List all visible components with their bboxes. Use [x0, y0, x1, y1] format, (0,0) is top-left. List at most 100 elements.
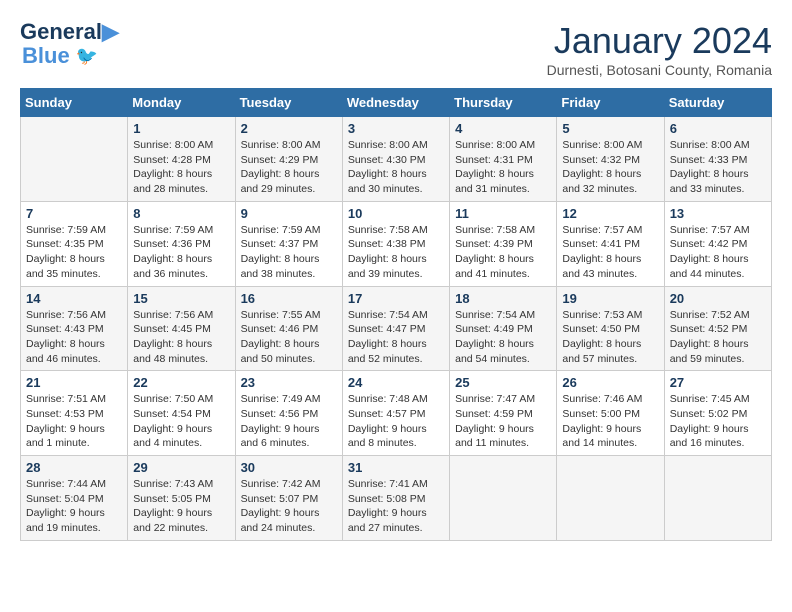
calendar-cell: 17Sunrise: 7:54 AM Sunset: 4:47 PM Dayli…	[342, 286, 449, 371]
week-row-4: 21 Sunrise: 7:51 AM Sunset: 4:53 PM Dayli…	[21, 371, 772, 456]
calendar-cell: 2 Sunrise: 8:00 AM Sunset: 4:29 PM Daylig…	[235, 117, 342, 202]
day-number: 1	[133, 121, 229, 136]
location: Durnesti, Botosani County, Romania	[547, 62, 772, 78]
calendar-cell: 27Sunrise: 7:45 AM Sunset: 5:02 PM Dayli…	[664, 371, 771, 456]
day-number: 9	[241, 206, 337, 221]
day-number: 17	[348, 291, 444, 306]
day-info: Sunrise: 7:44 AM Sunset: 5:04 PM Dayligh…	[26, 477, 122, 536]
calendar-cell: 9 Sunrise: 7:59 AM Sunset: 4:37 PM Daylig…	[235, 201, 342, 286]
day-info: Sunrise: 7:59 AM Sunset: 4:36 PM Dayligh…	[133, 223, 229, 282]
calendar-cell: 15Sunrise: 7:56 AM Sunset: 4:45 PM Dayli…	[128, 286, 235, 371]
day-number: 11	[455, 206, 551, 221]
day-info: Sunrise: 8:00 AM Sunset: 4:31 PM Dayligh…	[455, 138, 551, 197]
calendar-cell: 21 Sunrise: 7:51 AM Sunset: 4:53 PM Dayli…	[21, 371, 128, 456]
logo: General▶ Blue 🐦	[20, 20, 119, 68]
calendar-cell: 20 Sunrise: 7:52 AM Sunset: 4:52 PM Dayli…	[664, 286, 771, 371]
calendar-cell: 13 Sunrise: 7:57 AM Sunset: 4:42 PM Dayli…	[664, 201, 771, 286]
calendar-cell: 1 Sunrise: 8:00 AM Sunset: 4:28 PM Daylig…	[128, 117, 235, 202]
day-info: Sunrise: 7:47 AM Sunset: 4:59 PM Dayligh…	[455, 392, 551, 451]
day-header-wednesday: Wednesday	[342, 89, 449, 117]
day-number: 2	[241, 121, 337, 136]
calendar-cell: 16 Sunrise: 7:55 AM Sunset: 4:46 PM Dayli…	[235, 286, 342, 371]
week-row-2: 7 Sunrise: 7:59 AM Sunset: 4:35 PM Daylig…	[21, 201, 772, 286]
day-number: 14	[26, 291, 122, 306]
day-number: 24	[348, 375, 444, 390]
day-info: Sunrise: 7:56 AM Sunset: 4:45 PM Dayligh…	[133, 308, 229, 367]
day-number: 19	[562, 291, 658, 306]
calendar-cell: 22Sunrise: 7:50 AM Sunset: 4:54 PM Dayli…	[128, 371, 235, 456]
day-info: Sunrise: 7:41 AM Sunset: 5:08 PM Dayligh…	[348, 477, 444, 536]
day-number: 20	[670, 291, 766, 306]
day-header-friday: Friday	[557, 89, 664, 117]
calendar-cell: 31 Sunrise: 7:41 AM Sunset: 5:08 PM Dayli…	[342, 456, 449, 541]
day-info: Sunrise: 7:53 AM Sunset: 4:50 PM Dayligh…	[562, 308, 658, 367]
day-info: Sunrise: 7:58 AM Sunset: 4:39 PM Dayligh…	[455, 223, 551, 282]
day-info: Sunrise: 7:56 AM Sunset: 4:43 PM Dayligh…	[26, 308, 122, 367]
day-number: 13	[670, 206, 766, 221]
calendar-cell: 8Sunrise: 7:59 AM Sunset: 4:36 PM Daylig…	[128, 201, 235, 286]
day-number: 23	[241, 375, 337, 390]
day-number: 3	[348, 121, 444, 136]
logo-text: General▶	[20, 20, 119, 44]
day-info: Sunrise: 7:59 AM Sunset: 4:35 PM Dayligh…	[26, 223, 122, 282]
calendar-cell	[21, 117, 128, 202]
day-info: Sunrise: 8:00 AM Sunset: 4:30 PM Dayligh…	[348, 138, 444, 197]
day-number: 30	[241, 460, 337, 475]
calendar-cell: 11 Sunrise: 7:58 AM Sunset: 4:39 PM Dayli…	[450, 201, 557, 286]
calendar-cell: 26 Sunrise: 7:46 AM Sunset: 5:00 PM Dayli…	[557, 371, 664, 456]
calendar-body: 1 Sunrise: 8:00 AM Sunset: 4:28 PM Daylig…	[21, 117, 772, 541]
day-info: Sunrise: 7:57 AM Sunset: 4:42 PM Dayligh…	[670, 223, 766, 282]
day-info: Sunrise: 7:51 AM Sunset: 4:53 PM Dayligh…	[26, 392, 122, 451]
calendar-cell: 3 Sunrise: 8:00 AM Sunset: 4:30 PM Daylig…	[342, 117, 449, 202]
day-info: Sunrise: 8:00 AM Sunset: 4:28 PM Dayligh…	[133, 138, 229, 197]
day-number: 7	[26, 206, 122, 221]
month-title: January 2024	[547, 20, 772, 62]
calendar-cell: 7 Sunrise: 7:59 AM Sunset: 4:35 PM Daylig…	[21, 201, 128, 286]
day-info: Sunrise: 7:46 AM Sunset: 5:00 PM Dayligh…	[562, 392, 658, 451]
day-number: 27	[670, 375, 766, 390]
day-info: Sunrise: 8:00 AM Sunset: 4:33 PM Dayligh…	[670, 138, 766, 197]
day-header-thursday: Thursday	[450, 89, 557, 117]
calendar-cell: 24 Sunrise: 7:48 AM Sunset: 4:57 PM Dayli…	[342, 371, 449, 456]
day-number: 4	[455, 121, 551, 136]
day-number: 18	[455, 291, 551, 306]
title-block: January 2024 Durnesti, Botosani County, …	[547, 20, 772, 78]
page-header: General▶ Blue 🐦 January 2024 Durnesti, B…	[20, 20, 772, 78]
day-number: 22	[133, 375, 229, 390]
day-header-monday: Monday	[128, 89, 235, 117]
calendar-cell	[450, 456, 557, 541]
day-info: Sunrise: 8:00 AM Sunset: 4:29 PM Dayligh…	[241, 138, 337, 197]
calendar-cell	[557, 456, 664, 541]
day-info: Sunrise: 7:55 AM Sunset: 4:46 PM Dayligh…	[241, 308, 337, 367]
day-number: 21	[26, 375, 122, 390]
day-number: 6	[670, 121, 766, 136]
calendar-header: SundayMondayTuesdayWednesdayThursdayFrid…	[21, 89, 772, 117]
calendar-cell: 18Sunrise: 7:54 AM Sunset: 4:49 PM Dayli…	[450, 286, 557, 371]
day-info: Sunrise: 7:52 AM Sunset: 4:52 PM Dayligh…	[670, 308, 766, 367]
day-number: 31	[348, 460, 444, 475]
day-number: 29	[133, 460, 229, 475]
calendar-cell	[664, 456, 771, 541]
calendar-cell: 30 Sunrise: 7:42 AM Sunset: 5:07 PM Dayli…	[235, 456, 342, 541]
day-number: 10	[348, 206, 444, 221]
day-info: Sunrise: 7:48 AM Sunset: 4:57 PM Dayligh…	[348, 392, 444, 451]
day-header-tuesday: Tuesday	[235, 89, 342, 117]
day-header-sunday: Sunday	[21, 89, 128, 117]
week-row-3: 14 Sunrise: 7:56 AM Sunset: 4:43 PM Dayli…	[21, 286, 772, 371]
day-info: Sunrise: 7:49 AM Sunset: 4:56 PM Dayligh…	[241, 392, 337, 451]
day-number: 28	[26, 460, 122, 475]
day-number: 12	[562, 206, 658, 221]
day-info: Sunrise: 7:57 AM Sunset: 4:41 PM Dayligh…	[562, 223, 658, 282]
day-info: Sunrise: 7:58 AM Sunset: 4:38 PM Dayligh…	[348, 223, 444, 282]
week-row-1: 1 Sunrise: 8:00 AM Sunset: 4:28 PM Daylig…	[21, 117, 772, 202]
calendar-cell: 28 Sunrise: 7:44 AM Sunset: 5:04 PM Dayli…	[21, 456, 128, 541]
day-number: 16	[241, 291, 337, 306]
day-info: Sunrise: 7:59 AM Sunset: 4:37 PM Dayligh…	[241, 223, 337, 282]
calendar-cell: 4 Sunrise: 8:00 AM Sunset: 4:31 PM Daylig…	[450, 117, 557, 202]
day-number: 25	[455, 375, 551, 390]
calendar-cell: 5Sunrise: 8:00 AM Sunset: 4:32 PM Daylig…	[557, 117, 664, 202]
day-info: Sunrise: 7:42 AM Sunset: 5:07 PM Dayligh…	[241, 477, 337, 536]
calendar-cell: 25 Sunrise: 7:47 AM Sunset: 4:59 PM Dayli…	[450, 371, 557, 456]
day-number: 26	[562, 375, 658, 390]
day-info: Sunrise: 8:00 AM Sunset: 4:32 PM Dayligh…	[562, 138, 658, 197]
